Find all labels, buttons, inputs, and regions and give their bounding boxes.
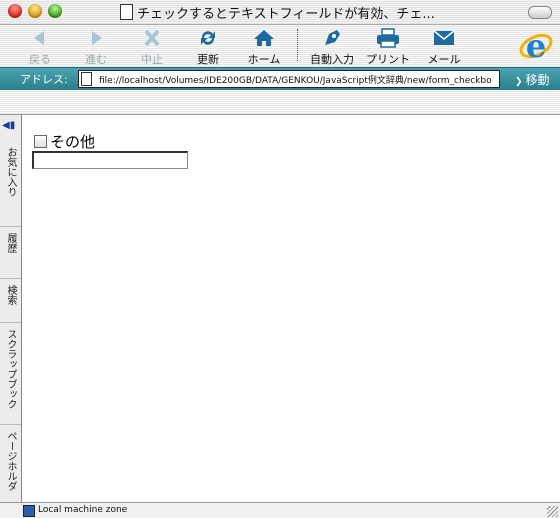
refresh-icon (201, 31, 215, 45)
page-content: その他 (22, 115, 560, 502)
explorer-sidebar: ◀▮ お気に入り 履歴 検索 スクラップブック ページホルダ (0, 115, 22, 502)
zone-icon (23, 505, 35, 517)
sidebar-tab-favorites[interactable]: お気に入り (0, 141, 21, 227)
favorites-bar (0, 90, 560, 115)
forward-button[interactable]: 進む (71, 27, 121, 67)
refresh-button[interactable]: 更新 (183, 27, 233, 67)
home-icon (254, 30, 274, 46)
status-bar: Local machine zone (0, 502, 560, 518)
other-checkbox-label: その他 (50, 133, 96, 151)
sidebar-tab-history[interactable]: 履歴 (0, 227, 21, 279)
sidebar-toggle-icon[interactable]: ◀▮ (2, 119, 18, 133)
printer-icon (377, 28, 399, 48)
toolbar: 戻る 進む 中止 更新 ホーム 自動入力 プリント メール e (0, 25, 560, 67)
home-button[interactable]: ホーム (239, 27, 289, 67)
internet-explorer-logo-icon[interactable]: e (518, 26, 554, 64)
document-icon (120, 4, 133, 20)
address-input[interactable]: file://localhost/Volumes/IDE200GB/DATA/G… (78, 70, 500, 88)
window-title: チェックするとテキストフィールドが有効、チェ... (120, 3, 435, 22)
other-checkbox-row[interactable]: その他 (34, 131, 95, 152)
zone-status: Local machine zone (38, 505, 128, 515)
toolbar-toggle-button[interactable] (528, 6, 552, 19)
minimize-window-button[interactable] (28, 4, 42, 18)
toolbar-separator (297, 29, 298, 61)
forward-arrow-icon (92, 31, 102, 45)
stop-x-icon (144, 29, 160, 47)
close-window-button[interactable] (8, 4, 22, 18)
go-button[interactable]: ❯ 移動 (515, 71, 550, 88)
autofill-button[interactable]: 自動入力 (307, 27, 357, 67)
back-arrow-icon (34, 31, 44, 45)
page-icon (81, 72, 92, 86)
sidebar-tab-scrapbook[interactable]: スクラップブック (0, 323, 21, 425)
stop-button[interactable]: 中止 (127, 27, 177, 67)
other-checkbox[interactable] (34, 135, 47, 148)
resize-grip-icon[interactable] (547, 506, 558, 517)
zoom-window-button[interactable] (48, 4, 62, 18)
autofill-icon (325, 30, 340, 45)
sidebar-tab-page-holder[interactable]: ページホルダ (0, 425, 21, 502)
other-text-field[interactable] (32, 151, 188, 169)
sidebar-tab-search[interactable]: 検索 (0, 279, 21, 323)
go-arrow-icon: ❯ (515, 77, 523, 87)
mail-icon (433, 30, 455, 45)
title-bar: チェックするとテキストフィールドが有効、チェ... (0, 0, 560, 25)
back-button[interactable]: 戻る (15, 27, 65, 67)
address-bar: アドレス: file://localhost/Volumes/IDE200GB/… (0, 67, 560, 91)
mail-button[interactable]: メール (419, 27, 469, 67)
svg-text:e: e (526, 27, 546, 64)
print-button[interactable]: プリント (363, 27, 413, 67)
